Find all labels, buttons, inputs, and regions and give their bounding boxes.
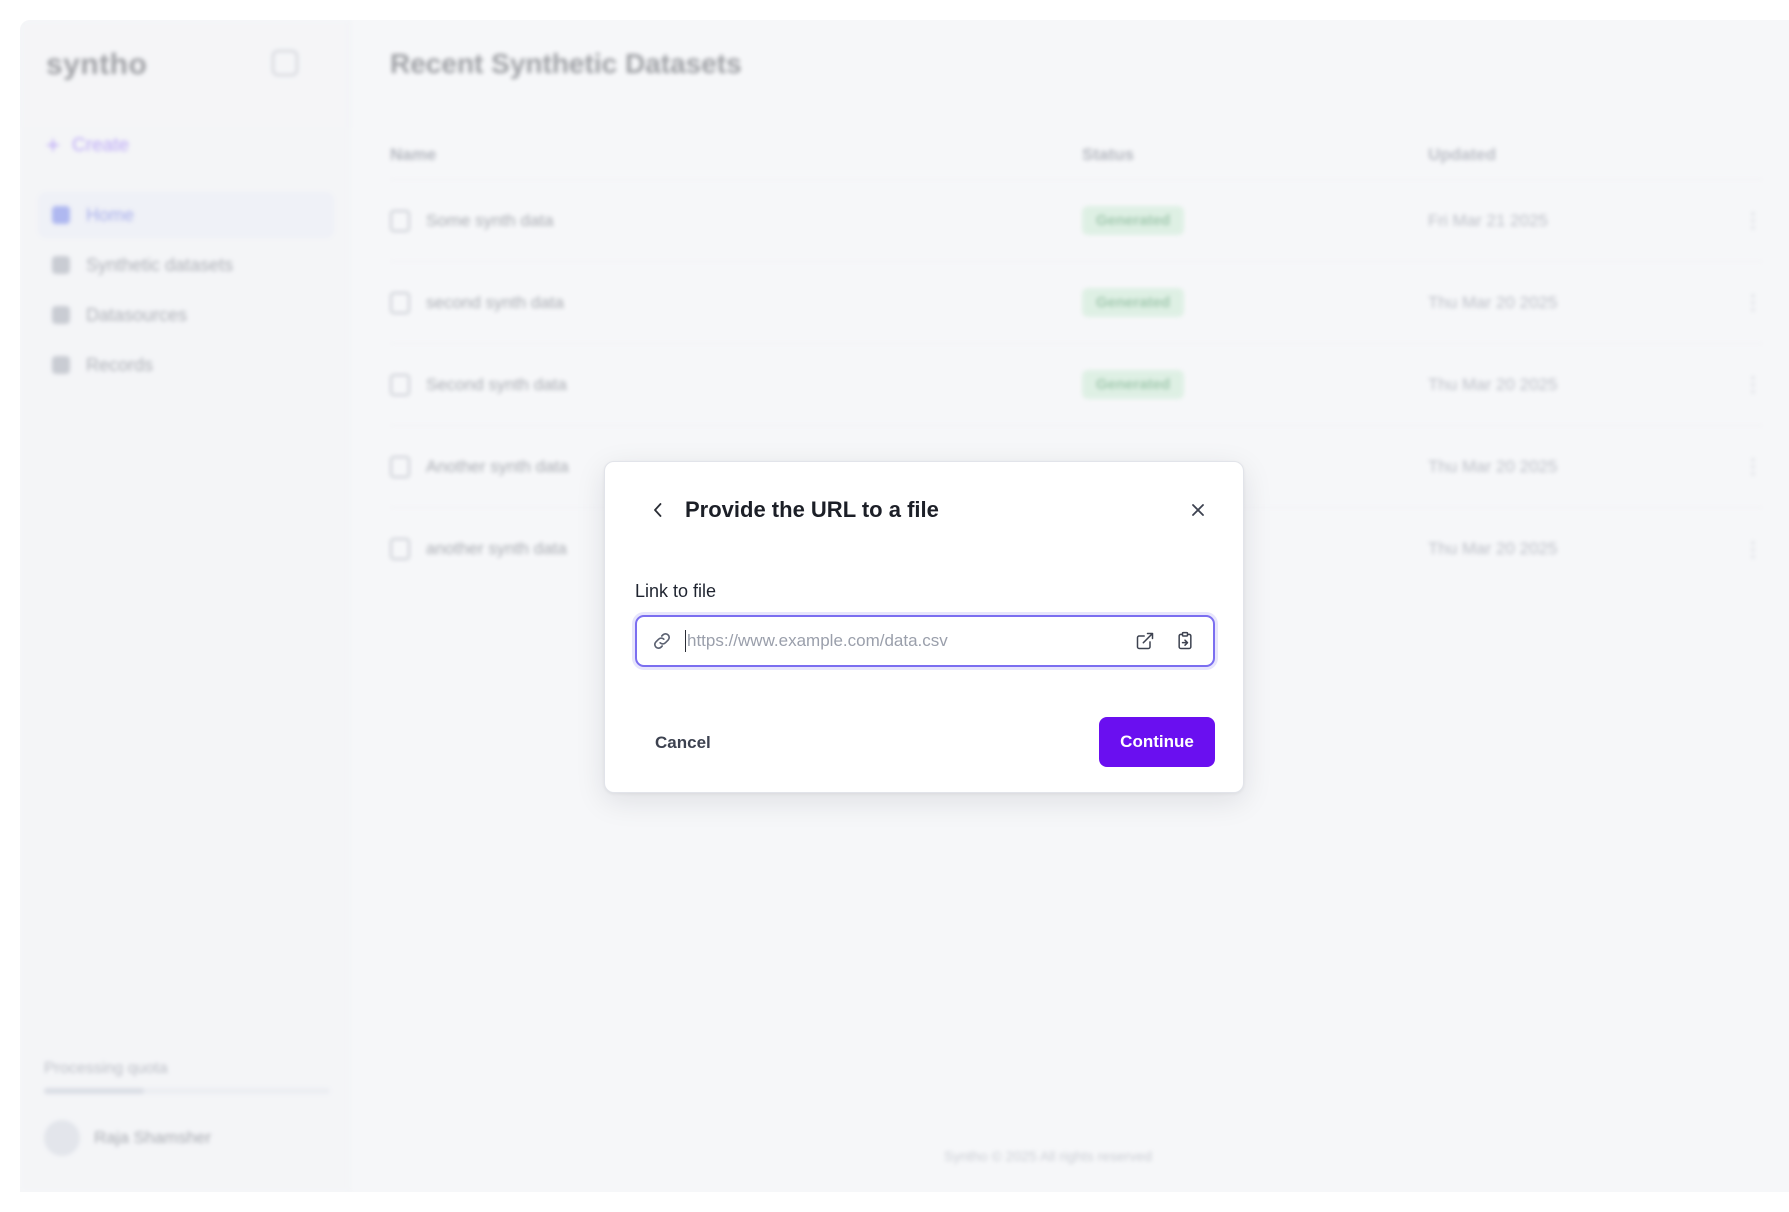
sidebar-item-label: Datasources <box>86 304 188 325</box>
row-updated: Fri Mar 21 2025 <box>1428 210 1548 230</box>
chevron-left-icon <box>654 503 662 517</box>
create-button[interactable]: + Create <box>46 128 129 164</box>
file-icon <box>390 291 410 314</box>
row-updated: Thu Mar 20 2025 <box>1428 374 1558 394</box>
url-input-wrapper <box>635 615 1215 667</box>
sidebar-item-datasources[interactable]: Datasources <box>38 292 334 338</box>
row-updated: Thu Mar 20 2025 <box>1428 539 1558 558</box>
sidebar-item-synthetic-datasets[interactable]: Synthetic datasets <box>38 242 334 288</box>
page-title: Recent Synthetic Datasets <box>390 48 742 79</box>
sidebar-item-records[interactable]: Records <box>38 342 334 388</box>
continue-button[interactable]: Continue <box>1099 717 1215 767</box>
status-badge: Generated <box>1082 288 1185 317</box>
more-options-icon[interactable]: ⋮ <box>1733 290 1763 315</box>
row-name: Some synth data <box>426 210 554 230</box>
external-link-icon <box>1136 632 1154 650</box>
column-header-status[interactable]: Status <box>1082 145 1428 165</box>
records-icon <box>52 356 70 374</box>
dataset-icon <box>52 256 70 274</box>
back-button[interactable] <box>645 495 671 525</box>
close-button[interactable] <box>1183 495 1213 525</box>
dialog-title: Provide the URL to a file <box>685 497 939 522</box>
file-icon <box>390 373 410 396</box>
database-icon <box>52 306 70 324</box>
create-button-label: Create <box>72 135 130 156</box>
cancel-button[interactable]: Cancel <box>645 719 721 767</box>
file-icon <box>390 538 410 560</box>
app-window: syntho + Create Home Synthetic datasets … <box>20 20 1789 1192</box>
app-logo: syntho <box>46 48 148 81</box>
url-upload-dialog: Provide the URL to a file Link to file h… <box>604 461 1244 793</box>
sidebar-item-home[interactable]: Home <box>38 192 334 238</box>
clipboard-paste-icon <box>1178 631 1192 650</box>
avatar <box>44 1120 80 1156</box>
quota-progress-bar <box>44 1088 330 1094</box>
status-badge: Generated <box>1082 206 1185 235</box>
link-icon <box>654 633 670 649</box>
column-header-name[interactable]: Name <box>390 145 1082 165</box>
sidebar: syntho + Create Home Synthetic datasets … <box>20 20 350 1192</box>
sidebar-item-label: Synthetic datasets <box>86 254 234 275</box>
row-name: Another synth data <box>426 456 569 476</box>
plus-icon: + <box>46 132 61 159</box>
home-icon <box>52 206 70 224</box>
sidebar-item-label: Records <box>86 354 154 375</box>
table-row[interactable]: Second synth data Generated Thu Mar 20 2… <box>390 344 1763 426</box>
more-options-icon[interactable]: ⋮ <box>1733 454 1763 479</box>
sidebar-item-label: Home <box>86 204 135 225</box>
url-input[interactable] <box>685 630 1119 652</box>
sidebar-nav: Home Synthetic datasets Datasources Reco… <box>38 192 334 392</box>
quota-label: Processing quota <box>44 1060 168 1077</box>
more-options-icon[interactable]: ⋮ <box>1733 372 1763 397</box>
row-updated: Thu Mar 20 2025 <box>1428 456 1558 476</box>
dialog-header: Provide the URL to a file <box>645 492 1213 528</box>
table-row[interactable]: Some synth data Generated Fri Mar 21 202… <box>390 180 1763 262</box>
link-to-file-label: Link to file <box>635 581 717 601</box>
close-icon <box>1192 504 1204 516</box>
user-name: Raja Shamsher <box>94 1128 212 1147</box>
status-badge: Generated <box>1082 370 1185 399</box>
row-name: another synth data <box>426 539 567 558</box>
table-header: Name Status Updated <box>390 130 1763 180</box>
column-header-updated[interactable]: Updated <box>1428 145 1733 165</box>
more-options-icon[interactable]: ⋮ <box>1733 537 1763 562</box>
sidebar-collapse-icon[interactable] <box>272 50 298 76</box>
table-row[interactable]: second synth data Generated Thu Mar 20 2… <box>390 262 1763 344</box>
open-link-button[interactable] <box>1131 627 1159 655</box>
file-icon <box>390 209 410 232</box>
row-name: Second synth data <box>426 374 567 394</box>
user-menu[interactable]: Raja Shamsher <box>44 1120 211 1156</box>
row-updated: Thu Mar 20 2025 <box>1428 292 1558 312</box>
paste-button[interactable] <box>1171 627 1199 655</box>
more-options-icon[interactable]: ⋮ <box>1733 208 1763 233</box>
row-name: second synth data <box>426 292 564 312</box>
quota-progress-fill <box>44 1088 145 1094</box>
page-footer: Syntho © 2025 All rights reserved <box>944 1148 1152 1164</box>
file-icon <box>390 455 410 478</box>
